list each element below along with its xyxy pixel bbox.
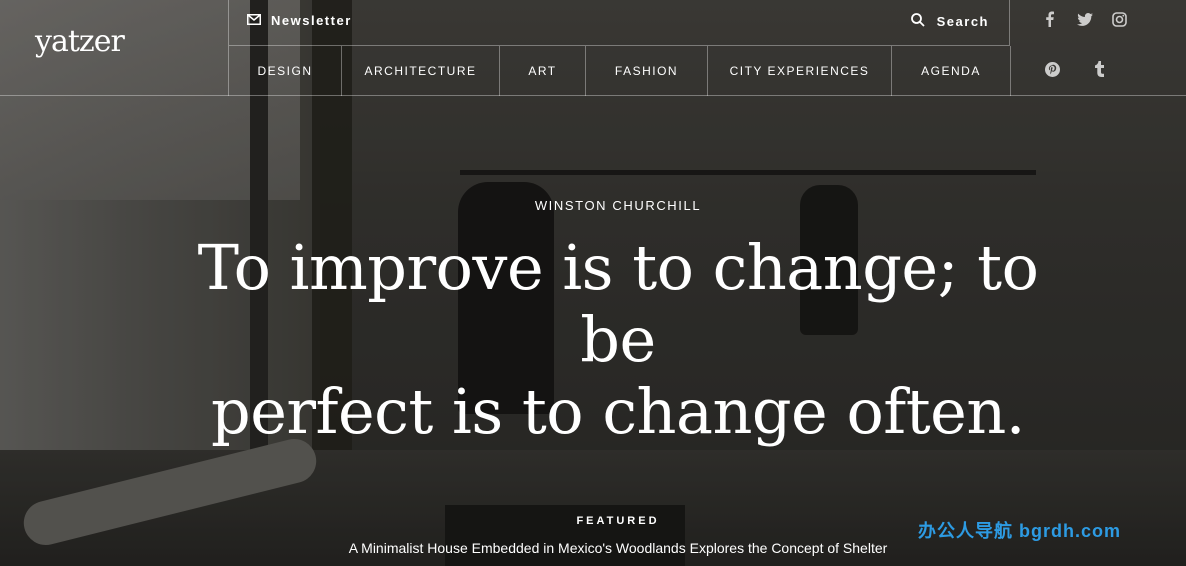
quote-author: WINSTON CHURCHILL xyxy=(534,198,702,213)
newsletter-link[interactable]: Newsletter xyxy=(247,13,352,28)
nav-item-design[interactable]: DESIGN xyxy=(229,46,342,96)
pinterest-icon[interactable] xyxy=(1043,60,1061,78)
hero-quote: To improve is to change; to be perfect i… xyxy=(160,232,1076,448)
quote-line: To improve is to change; to be xyxy=(197,231,1039,376)
tumblr-icon[interactable] xyxy=(1091,60,1109,78)
nav-item-architecture[interactable]: ARCHITECTURE xyxy=(342,46,500,96)
envelope-icon xyxy=(247,13,261,28)
nav-item-fashion[interactable]: FASHION xyxy=(586,46,708,96)
quote-line: perfect is to change often. xyxy=(211,375,1025,448)
watermark-text: 办公人导航 bgrdh.com xyxy=(918,521,1121,541)
nav-item-city-experiences[interactable]: CITY EXPERIENCES xyxy=(708,46,892,96)
newsletter-label: Newsletter xyxy=(271,13,352,28)
site-logo[interactable]: yatzer xyxy=(35,24,125,59)
site-header: yatzer Newsletter Search DESIGN ARCHITEC… xyxy=(0,0,1186,96)
main-nav: DESIGN ARCHITECTURE ART FASHION CITY EXP… xyxy=(228,46,1011,96)
twitter-icon[interactable] xyxy=(1076,10,1094,28)
facebook-icon[interactable] xyxy=(1040,10,1058,28)
search-button[interactable]: Search xyxy=(910,13,989,30)
instagram-icon[interactable] xyxy=(1110,10,1128,28)
top-bar: Newsletter Search xyxy=(228,0,1010,46)
search-icon xyxy=(910,13,925,30)
social-links xyxy=(1040,10,1180,90)
nav-item-agenda[interactable]: AGENDA xyxy=(892,46,1011,96)
nav-item-art[interactable]: ART xyxy=(500,46,586,96)
search-label: Search xyxy=(936,14,989,29)
